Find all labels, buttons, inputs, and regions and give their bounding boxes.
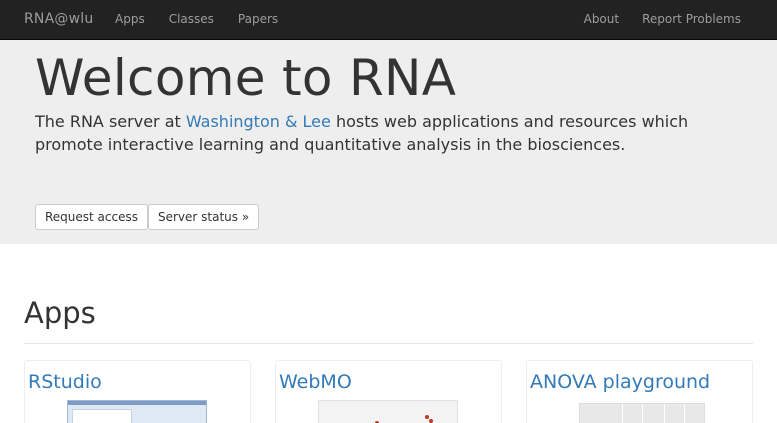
top-navbar: RNA@wlu Apps Classes Papers About Report… [0,0,777,40]
app-card-anova-playground: ANOVA playground [526,360,753,423]
lead-text: The RNA server at Washington & Lee hosts… [35,110,755,156]
nav-link-classes[interactable]: Classes [169,12,214,26]
rstudio-screenshot-icon[interactable] [67,400,207,423]
app-card-title[interactable]: ANOVA playground [530,371,710,393]
nav-link-report-problems[interactable]: Report Problems [642,12,741,26]
washington-lee-link[interactable]: Washington & Lee [186,112,331,131]
request-access-button[interactable]: Request access [35,204,148,230]
app-card-title[interactable]: WebMO [279,371,352,393]
app-card-rstudio: RStudio [24,360,251,423]
app-card-webmo: WebMO [275,360,502,423]
webmo-screenshot-icon[interactable] [318,400,458,423]
nav-link-papers[interactable]: Papers [238,12,278,26]
lead-prefix: The RNA server at [35,112,186,131]
nav-link-apps[interactable]: Apps [115,12,145,26]
jumbotron: Welcome to RNA The RNA server at Washing… [0,40,777,244]
nav-left: Apps Classes Papers [115,12,302,26]
brand-link[interactable]: RNA@wlu [24,11,93,27]
section-divider [24,343,753,344]
apps-heading: Apps [24,296,96,330]
anova-screenshot-icon[interactable] [579,403,705,423]
server-status-button[interactable]: Server status » [148,204,260,230]
nav-link-about[interactable]: About [584,12,619,26]
page-title: Welcome to RNA [35,49,457,107]
nav-right: About Report Problems [561,12,741,26]
app-card-title[interactable]: RStudio [28,371,102,393]
